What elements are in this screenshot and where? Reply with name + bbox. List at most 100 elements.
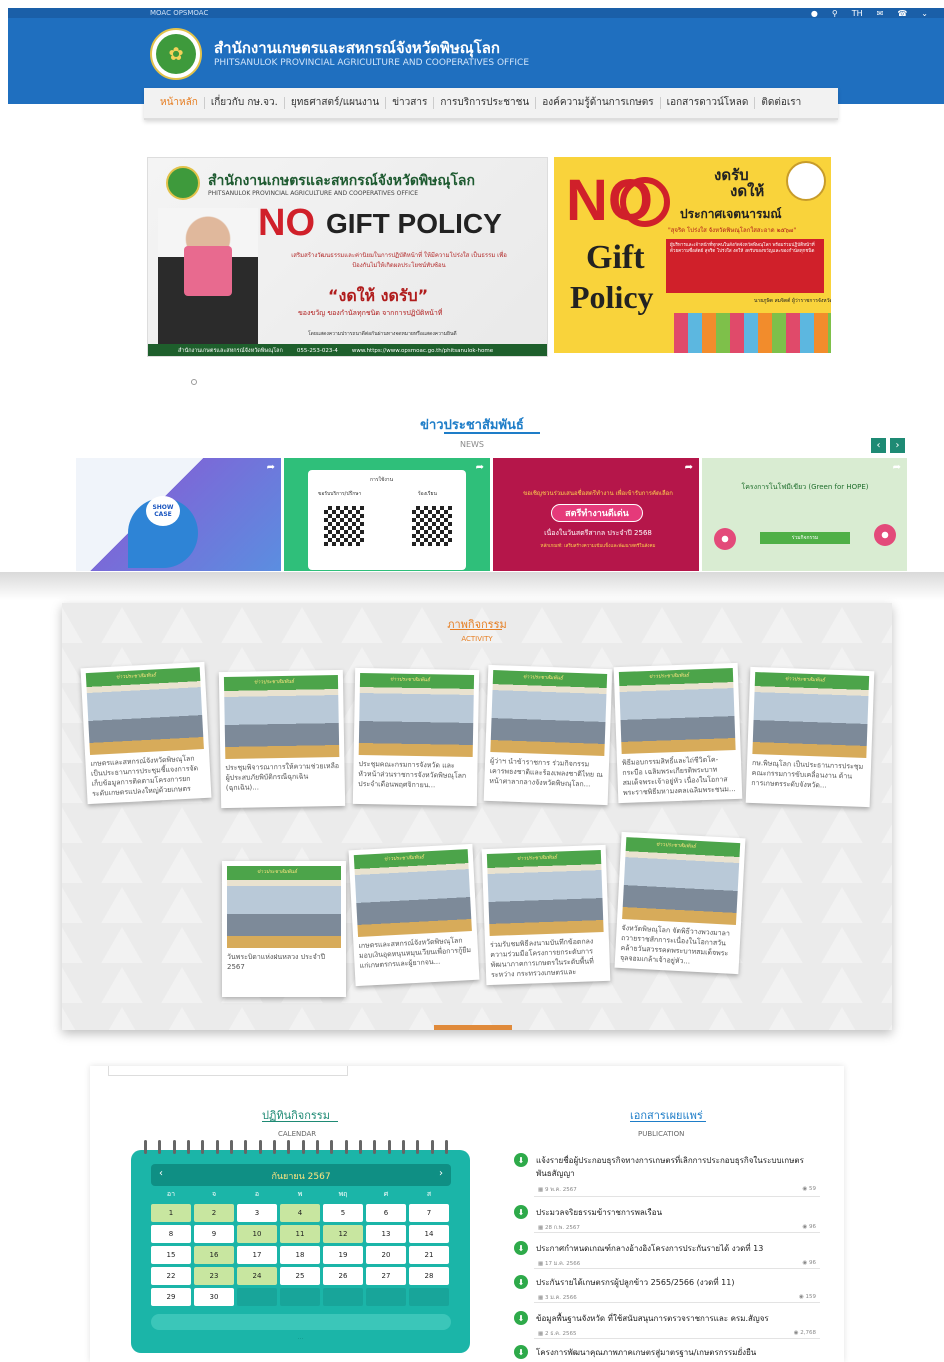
activity-photo-card[interactable]: ข่าวประชาสัมพันธ์ เกษตรและสหกรณ์จังหวัดพิ… [80,661,212,805]
download-icon[interactable]: ⬇ [514,1275,528,1289]
nav-home[interactable]: หน้าหลัก [154,97,205,109]
activity-photo-card[interactable]: ข่าวประชาสัมพันธ์ วันพระบิดาแห่งฝนหลวง ปร… [222,861,346,997]
calendar-day[interactable]: 19 [323,1246,363,1264]
calendar-day[interactable]: 14 [409,1225,449,1243]
calendar-day[interactable]: 5 [323,1204,363,1222]
calendar-day[interactable]: 7 [409,1204,449,1222]
calendar-day[interactable]: 26 [323,1267,363,1285]
nav-services[interactable]: การบริการประชาชน [434,97,537,109]
news-prev-button[interactable]: ‹ [871,438,886,453]
calendar-weekday: พฤ [338,1190,348,1198]
nav-downloads[interactable]: เอกสารดาวน์โหลด [661,97,756,109]
calendar-more[interactable]: ... [131,1334,470,1341]
publication-item-views: ◉ 96 [802,1224,816,1230]
lang-switch[interactable]: TH [852,9,863,18]
calendar-day[interactable]: 29 [151,1288,191,1306]
publication-item[interactable]: ⬇ ข้อมูลพื้นฐานจังหวัด ที่ใช้สนับสนุนการต… [512,1310,820,1340]
download-icon[interactable]: ⬇ [514,1241,528,1255]
calendar-day[interactable]: 25 [280,1267,320,1285]
news-card[interactable]: ➦ โครงการโนโฟมีเขียว (Green for HOPE) ร่… [702,458,907,571]
publication-item[interactable]: ⬇ ประมวลจริยธรรมข้าราชการพลเรือน ▦ 28 ก.พ.… [512,1204,820,1234]
site-logo[interactable]: ✿ [150,28,202,80]
activity-photo-card[interactable]: ข่าวประชาสัมพันธ์ พิธีมอบกรรมสิทธิ์และไถ่… [613,662,743,804]
publication-item-title[interactable]: ประกันรายได้เกษตรกรผู้ปลูกข้าว 2565/2566… [536,1276,816,1289]
activity-photo-card[interactable]: ข่าวประชาสัมพันธ์ ประชุมพิจารณาการให้ความ… [218,669,346,809]
calendar-day[interactable]: 1 [151,1204,191,1222]
calendar-day[interactable]: 4 [280,1204,320,1222]
calendar-day[interactable]: 24 [237,1267,277,1285]
activity-photo-card[interactable]: ข่าวประชาสัมพันธ์ กษ.พิษณุโลก เป็นประธานก… [745,666,875,808]
calendar-ring [272,1140,276,1154]
chevron-down-icon[interactable]: ⌄ [921,9,928,18]
share-icon[interactable]: ➦ [267,462,275,473]
calendar-day[interactable]: 22 [151,1267,191,1285]
publication-item[interactable]: ⬇ ประกันรายได้เกษตรกรผู้ปลูกข้าว 2565/256… [512,1274,820,1304]
publication-item-title[interactable]: ประมวลจริยธรรมข้าราชการพลเรือน [536,1206,816,1219]
mail-icon[interactable]: ✉ [877,9,884,18]
phone-icon[interactable]: ☎ [897,9,907,18]
activity-photo-card[interactable]: ข่าวประชาสัมพันธ์ จังหวัดพิษณุโลก จัดพิธี… [614,831,746,975]
nav-knowledge[interactable]: องค์ความรู้ด้านการเกษตร [536,97,661,109]
publication-item-title[interactable]: แจ้งรายชื่อผู้ประกอบธุรกิจทางการเกษตรที่… [536,1154,816,1180]
calendar-ring [373,1140,377,1154]
calendar-footer-bar [151,1314,451,1330]
calendar-grid: อาจอพพฤศส 1 2 3 4 5 6 7 8 9 10 11 12 13 14 15 16 17 18 19 20… [151,1188,453,1306]
calendar-day[interactable]: 15 [151,1246,191,1264]
share-icon[interactable]: ➦ [476,462,484,473]
calendar-day[interactable]: 2 [194,1204,234,1222]
publication-item-title[interactable]: โครงการพัฒนาคุณภาพภาคเกษตรสู่มาตรฐาน/เกษ… [536,1346,816,1359]
news-card[interactable]: ➦ ขอเชิญชวนร่วมเสนอชื่อสตรีทำงาน เพื่อเข… [493,458,699,571]
publication-item[interactable]: ⬇ แจ้งรายชื่อผู้ประกอบธุรกิจทางการเกษตรที… [512,1152,820,1198]
activity-photo-card[interactable]: ข่าวประชาสัมพันธ์ ผู้ว่าฯ นำข้าราชการ ร่ว… [483,664,613,806]
nav-news[interactable]: ข่าวสาร [386,97,435,109]
publication-item[interactable]: ⬇ โครงการพัฒนาคุณภาพภาคเกษตรสู่มาตรฐาน/เก… [512,1344,820,1362]
nav-contact[interactable]: ติดต่อเรา [755,97,807,109]
share-icon[interactable]: ➦ [893,462,901,473]
download-icon[interactable]: ⬇ [514,1205,528,1219]
publication-item-title[interactable]: ประกาศกำหนดเกณฑ์กลางอ้างอิงโครงการประกัน… [536,1242,816,1255]
share-icon[interactable]: ➦ [685,462,693,473]
news-card[interactable]: ➦ การใช้งาน ขอรับบริการ/ปรึกษา ร้องเรียน [284,458,490,571]
calendar-next-button[interactable]: › [439,1168,443,1179]
calendar-day[interactable]: 28 [409,1267,449,1285]
slider-dot[interactable] [191,379,197,385]
calendar-day[interactable]: 10 [237,1225,277,1243]
calendar-day[interactable]: 9 [194,1225,234,1243]
calendar-day[interactable]: 30 [194,1288,234,1306]
photo-header-text: ข่าวประชาสัมพันธ์ [648,672,690,680]
user-icon[interactable]: ● [811,9,818,18]
activity-photo-card[interactable]: ข่าวประชาสัมพันธ์ ประชุมคณะกรมการจังหวัด … [352,667,480,807]
calendar-day[interactable]: 18 [280,1246,320,1264]
download-icon[interactable]: ⬇ [514,1153,528,1167]
activity-photo-card[interactable]: ข่าวประชาสัมพันธ์ เกษตรและสหกรณ์จังหวัดพิ… [348,843,480,987]
calendar-day[interactable]: 12 [323,1225,363,1243]
calendar-day[interactable]: 16 [194,1246,234,1264]
calendar-day[interactable]: 13 [366,1225,406,1243]
news-next-button[interactable]: › [890,438,905,453]
search-icon[interactable]: ⚲ [832,9,838,18]
nav-about[interactable]: เกี่ยวกับ กษ.จว. [205,97,285,109]
flower-icon [714,528,736,550]
nav-strategy[interactable]: ยุทธศาสตร์/แผนงาน [285,97,387,109]
top-links[interactable]: MOAC OPSMOAC [150,9,208,17]
calendar-day[interactable]: 3 [237,1204,277,1222]
calendar-day[interactable]: 23 [194,1267,234,1285]
calendar-day[interactable]: 17 [237,1246,277,1264]
site-title[interactable]: สำนักงานเกษตรและสหกรณ์จังหวัดพิษณุโลก [214,36,500,60]
calendar-day[interactable]: 6 [366,1204,406,1222]
calendar-day[interactable]: 20 [366,1246,406,1264]
banner-no-gift-policy-2[interactable]: NO Gift Policy งดรับ งดให้ ประกาศเจตนารม… [554,157,831,353]
download-icon[interactable]: ⬇ [514,1345,528,1359]
activity-photo-card[interactable]: ข่าวประชาสัมพันธ์ ร่วมรับชมพิธีลงนามบันทึ… [481,844,611,986]
activity-caption: เกษตรและสหกรณ์จังหวัดพิษณุโลกมอบเงินอุดห… [358,936,472,970]
news-card-title: โครงการโนโฟมีเขียว (Green for HOPE) [741,483,869,491]
download-icon[interactable]: ⬇ [514,1311,528,1325]
banner-no-gift-policy-1[interactable]: สำนักงานเกษตรและสหกรณ์จังหวัดพิษณุโลก PH… [147,157,548,357]
calendar-day[interactable]: 27 [366,1267,406,1285]
calendar-day[interactable]: 21 [409,1246,449,1264]
news-card[interactable]: ➦ SHOW CASE [76,458,281,571]
calendar-day[interactable]: 8 [151,1225,191,1243]
publication-item-title[interactable]: ข้อมูลพื้นฐานจังหวัด ที่ใช้สนับสนุนการตร… [536,1312,816,1325]
publication-item[interactable]: ⬇ ประกาศกำหนดเกณฑ์กลางอ้างอิงโครงการประกั… [512,1240,820,1270]
calendar-day[interactable]: 11 [280,1225,320,1243]
